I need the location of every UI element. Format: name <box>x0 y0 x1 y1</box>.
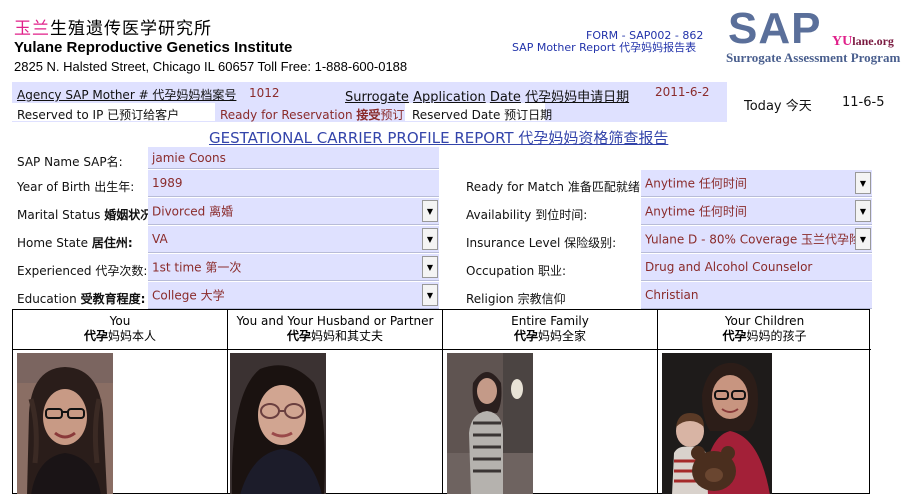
experienced-select[interactable]: 1st time 第一次 ▼ <box>148 254 439 281</box>
photo-title-cn: 代孕妈妈全家 <box>513 329 587 343</box>
education-select[interactable]: College 大学 ▼ <box>148 282 439 309</box>
availability-select[interactable]: Anytime 任何时间 ▼ <box>641 198 872 225</box>
photo-title-cn: 代孕妈妈的孩子 <box>722 329 807 343</box>
religion-label: Religion 宗教信仰 <box>466 292 566 306</box>
photo-table: You 代孕妈妈本人 You and Your Husband or Partn… <box>12 309 871 494</box>
photo-column-you: You 代孕妈妈本人 <box>13 310 228 494</box>
chevron-down-icon[interactable]: ▼ <box>855 200 871 222</box>
religion-field[interactable]: Christian <box>641 282 872 309</box>
report-title: GESTATIONAL CARRIER PROFILE REPORT 代孕妈妈资… <box>209 129 669 147</box>
photo-column-header: Your Children 代孕妈妈的孩子 <box>658 310 871 350</box>
application-date-value: 2011-6-2 <box>655 85 710 99</box>
occupation-label: Occupation 职业: <box>466 264 567 278</box>
today-value: 11-6-5 <box>842 95 885 110</box>
photo-title-en: Entire Family <box>511 314 589 328</box>
org-name-chinese: 玉兰生殖遗传医学研究所 <box>14 19 212 39</box>
marital-status-label: Marital Status 婚姻状况: <box>17 208 158 222</box>
logo-subtitle: Surrogate Assessment Program <box>726 50 901 65</box>
sap-name-label: SAP Name SAP名: <box>17 155 123 169</box>
today-label: Today 今天 <box>744 99 812 114</box>
experienced-label: Experienced 代孕次数: <box>17 264 148 278</box>
photo-column-partner: You and Your Husband or Partner 代孕妈妈和其丈夫 <box>228 310 443 494</box>
agency-number-value: 1012 <box>249 86 280 100</box>
photo-column-children: Your Children 代孕妈妈的孩子 <box>658 310 871 494</box>
photo-column-header: Entire Family 代孕妈妈全家 <box>443 310 657 350</box>
photo-title-en: Your Children <box>724 314 805 328</box>
chevron-down-icon[interactable]: ▼ <box>422 284 438 306</box>
home-state-label: Home State 居住州: <box>17 236 133 250</box>
photo-title-cn: 代孕妈妈和其丈夫 <box>286 329 384 343</box>
home-state-select[interactable]: VA ▼ <box>148 226 439 253</box>
family-photo[interactable] <box>447 353 533 494</box>
surrogate-photo[interactable] <box>17 353 113 494</box>
yulane-logo: YUlane.org <box>832 34 894 49</box>
year-of-birth-field[interactable]: 1989 <box>148 170 439 197</box>
ready-for-match-label: Ready for Match 准备匹配就绪: <box>466 180 644 194</box>
chevron-down-icon[interactable]: ▼ <box>422 200 438 222</box>
chevron-down-icon[interactable]: ▼ <box>855 172 871 194</box>
photo-column-family: Entire Family 代孕妈妈全家 <box>443 310 658 494</box>
education-label: Education 受教育程度: <box>17 292 146 306</box>
occupation-field[interactable]: Drug and Alcohol Counselor <box>641 254 872 281</box>
photo-title-en: You and Your Husband or Partner <box>236 314 434 328</box>
agency-number-label: Agency SAP Mother # 代孕妈妈档案号 <box>17 88 237 102</box>
sap-logo: SAP <box>728 4 822 53</box>
photo-title-en: You <box>109 314 131 328</box>
photo-column-header: You 代孕妈妈本人 <box>13 310 227 350</box>
photo-column-header: You and Your Husband or Partner 代孕妈妈和其丈夫 <box>228 310 442 350</box>
org-address: 2825 N. Halsted Street, Chicago IL 60657… <box>14 59 408 74</box>
reserved-date-label: Reserved Date 预订日期 <box>412 108 553 122</box>
reservation-status: Ready for Reservation 接受预订 <box>220 108 405 122</box>
insurance-level-label: Insurance Level 保险级别: <box>466 236 617 250</box>
reserved-to-ip-label: Reserved to IP 已预订给客户 <box>17 108 180 122</box>
marital-status-select[interactable]: Divorced 离婚 ▼ <box>148 198 439 225</box>
chevron-down-icon[interactable]: ▼ <box>855 228 871 250</box>
form-name: SAP Mother Report 代孕妈妈报告表 <box>512 41 697 54</box>
photo-title-cn: 代孕妈妈本人 <box>83 329 157 343</box>
ready-for-match-select[interactable]: Anytime 任何时间 ▼ <box>641 170 872 197</box>
org-name-english: Yulane Reproductive Genetics Institute <box>14 39 293 56</box>
children-photo[interactable] <box>662 353 772 494</box>
chevron-down-icon[interactable]: ▼ <box>422 256 438 278</box>
partner-photo[interactable] <box>230 353 326 494</box>
availability-label: Availability 到位时间: <box>466 208 588 222</box>
insurance-level-select[interactable]: Yulane D - 80% Coverage 玉兰代孕险 ▼ <box>641 226 872 253</box>
chevron-down-icon[interactable]: ▼ <box>422 228 438 250</box>
sap-name-field[interactable]: jamie Coons <box>148 147 439 169</box>
year-of-birth-label: Year of Birth 出生年: <box>17 180 135 194</box>
